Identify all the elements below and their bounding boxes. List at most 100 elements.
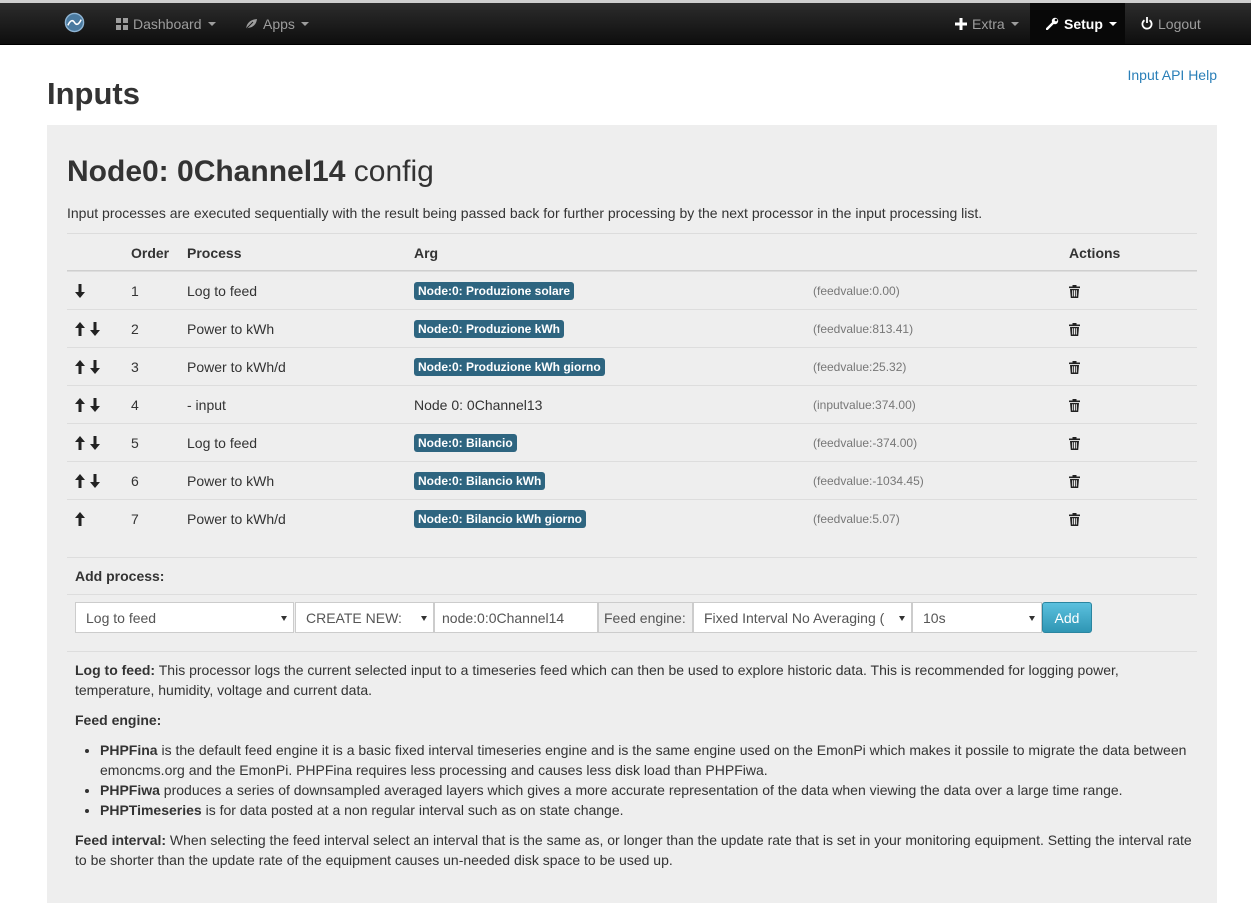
help-log-to-feed: Log to feed: This processor logs the cur… [75, 660, 1197, 700]
table-row: 2 Power to kWh Node:0: Produzione kWh (feed… [67, 309, 1197, 347]
process-value: (feedvalue:-1034.45) [813, 474, 924, 488]
process-order: 6 [131, 473, 139, 489]
help-engines-list: PHPFina is the default feed engine it is… [75, 740, 1197, 820]
feed-select[interactable]: CREATE NEW: [295, 602, 434, 633]
power-icon [1141, 17, 1153, 30]
help-feed-interval: Feed interval: When selecting the feed i… [75, 830, 1197, 870]
reorder-controls [75, 386, 100, 424]
arrow-down-icon[interactable] [90, 322, 100, 336]
process-list-table: Order Process Arg Actions 1 Log to feed No… [67, 233, 1197, 537]
feed-engine-label: Feed engine: [598, 602, 693, 633]
engine-text: is the default feed engine it is a basic… [100, 742, 1187, 778]
chevron-down-icon [421, 616, 427, 621]
reorder-controls [75, 500, 85, 538]
process-order: 4 [131, 397, 139, 413]
process-name: Power to kWh [187, 473, 275, 489]
row-actions [1069, 348, 1080, 386]
process-name: Power to kWh/d [187, 511, 286, 527]
feed-select-value: CREATE NEW: [306, 609, 402, 626]
chevron-down-icon [899, 616, 905, 621]
process-arg-cell: Node:0: Bilancio kWh giorno [414, 500, 586, 538]
arrow-down-icon[interactable] [90, 398, 100, 412]
table-body: 1 Log to feed Node:0: Produzione solare (fe… [67, 271, 1197, 537]
process-value: (feedvalue:5.07) [813, 512, 900, 526]
nav-extra[interactable]: Extra [955, 3, 1019, 44]
table-row: 7 Power to kWh/d Node:0: Bilancio kWh gior… [67, 499, 1197, 537]
help-divider [67, 651, 1197, 652]
feed-name-value: node:0:0Channel14 [442, 609, 565, 626]
process-order: 2 [131, 321, 139, 337]
reorder-controls [75, 462, 100, 500]
arrow-down-icon[interactable] [90, 474, 100, 488]
arrow-up-icon[interactable] [75, 512, 85, 526]
feed-engine-select[interactable]: Fixed Interval No Averaging ( [693, 602, 912, 633]
engine-term: PHPFiwa [100, 782, 160, 798]
node-config-panel: Node0: 0Channel14 config Input processes… [47, 125, 1217, 903]
process-arg-cell: Node:0: Bilancio kWh [414, 462, 546, 500]
trash-icon[interactable] [1069, 322, 1080, 336]
process-arg-cell: Node:0: Produzione solare [414, 272, 575, 310]
arrow-up-icon[interactable] [75, 398, 85, 412]
emoncms-logo-icon[interactable] [64, 12, 85, 33]
nav-apps[interactable]: Apps [245, 3, 309, 44]
engine-text: produces a series of downsampled average… [159, 782, 1123, 798]
dashboard-grid-icon [116, 17, 128, 30]
process-arg-cell: Node:0: Produzione kWh [414, 310, 564, 348]
top-navbar: Dashboard Apps Extra Setup Logout [0, 0, 1251, 45]
reorder-controls [75, 310, 100, 348]
arrow-up-icon[interactable] [75, 322, 85, 336]
chevron-down-icon [281, 616, 287, 621]
process-name: Log to feed [187, 435, 258, 451]
process-order: 7 [131, 511, 139, 527]
arrow-up-icon[interactable] [75, 436, 85, 450]
nav-logout[interactable]: Logout [1141, 3, 1201, 44]
leaf-icon [245, 18, 257, 29]
add-process-button[interactable]: Add [1042, 602, 1092, 633]
arrow-down-icon[interactable] [90, 436, 100, 450]
nav-extra-label: Extra [972, 15, 1005, 32]
nav-setup[interactable]: Setup [1030, 3, 1125, 44]
table-header: Order Process Arg Actions [67, 233, 1197, 271]
engine-term: PHPTimeseries [100, 802, 202, 818]
input-api-help-link[interactable]: Input API Help [1127, 67, 1217, 83]
engine-term: PHPFina [100, 742, 158, 758]
arrow-down-icon[interactable] [90, 360, 100, 374]
trash-icon[interactable] [1069, 284, 1080, 298]
process-arg-cell: Node:0: Produzione kWh giorno [414, 348, 605, 386]
help-log-to-feed-term: Log to feed: [75, 662, 156, 678]
trash-icon[interactable] [1069, 474, 1080, 488]
feed-label: Node:0: Bilancio kWh giorno [414, 510, 586, 528]
trash-icon[interactable] [1069, 436, 1080, 450]
process-arg-cell: Node:0: Bilancio [414, 424, 517, 462]
header-process: Process [187, 245, 242, 261]
reorder-controls [75, 348, 100, 386]
feed-label: Node:0: Produzione solare [414, 282, 575, 300]
plus-icon [955, 17, 967, 30]
nav-logout-label: Logout [1158, 15, 1201, 32]
header-arg: Arg [414, 245, 439, 261]
process-value: (feedvalue:813.41) [813, 322, 914, 336]
arrow-down-icon[interactable] [75, 284, 85, 298]
feed-interval-value: 10s [923, 609, 946, 626]
process-select-value: Log to feed [86, 609, 157, 626]
process-select[interactable]: Log to feed [75, 602, 294, 633]
feed-interval-select[interactable]: 10s [912, 602, 1042, 633]
trash-icon[interactable] [1069, 512, 1080, 526]
arrow-up-icon[interactable] [75, 360, 85, 374]
arrow-up-icon[interactable] [75, 474, 85, 488]
process-name: Log to feed [187, 283, 258, 299]
reorder-controls [75, 272, 85, 310]
row-actions [1069, 310, 1080, 348]
feed-label: Node:0: Bilancio kWh [414, 472, 546, 490]
chevron-down-icon [1108, 21, 1117, 26]
process-order: 1 [131, 283, 139, 299]
list-item: PHPFiwa produces a series of downsampled… [100, 780, 1197, 800]
row-actions [1069, 500, 1080, 538]
nav-dashboard[interactable]: Dashboard [116, 3, 216, 44]
trash-icon[interactable] [1069, 360, 1080, 374]
process-order: 3 [131, 359, 139, 375]
feed-name-input[interactable]: node:0:0Channel14 [434, 602, 598, 633]
trash-icon[interactable] [1069, 398, 1080, 412]
reorder-controls [75, 424, 100, 462]
process-value: (feedvalue:-374.00) [813, 436, 918, 450]
